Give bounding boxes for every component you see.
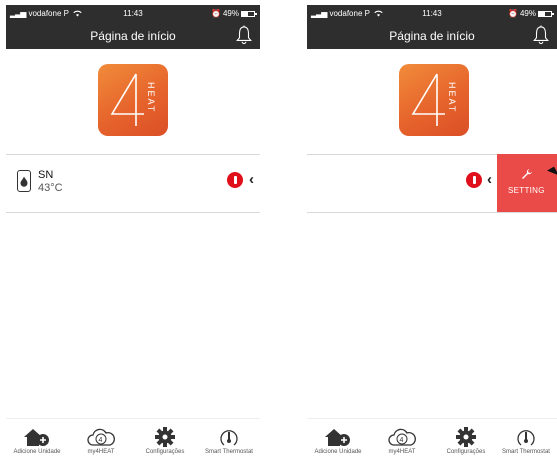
alarm-icon: ⏰: [508, 9, 518, 18]
svg-text:4: 4: [400, 437, 404, 444]
battery-percent: 49%: [222, 9, 239, 18]
divider: [307, 212, 557, 213]
tab-settings[interactable]: Configurações: [134, 423, 196, 455]
navigation-bar: Página de início: [307, 21, 557, 49]
tab-settings[interactable]: Configurações: [435, 423, 497, 455]
page-title: Página de início: [389, 29, 475, 43]
gear-icon: [456, 427, 476, 447]
alert-icon[interactable]: [227, 172, 243, 188]
tab-label: my4HEAT: [87, 449, 115, 455]
thermostat-icon: [517, 430, 535, 446]
tab-add-unit[interactable]: Adicione Unidade: [6, 423, 68, 455]
status-bar: ▂▃▅ vodafone P 11:43 ⏰ 49%: [307, 5, 557, 21]
svg-text:HEAT: HEAT: [146, 82, 156, 113]
phone-screen-left: ▂▃▅ vodafone P 11:43 ⏰ 49% Página de iníc…: [6, 0, 260, 457]
battery-status: ⏰ 49%: [211, 9, 257, 18]
tab-smart-thermostat[interactable]: Smart Thermostat: [198, 423, 260, 455]
tab-label: Smart Thermostat: [205, 449, 253, 455]
unit-name: SN: [38, 169, 54, 181]
tab-label: Configurações: [145, 449, 185, 455]
cloud-4heat-icon: 4: [87, 428, 115, 446]
add-home-icon: [325, 429, 350, 446]
bell-icon[interactable]: [532, 25, 550, 45]
tab-smart-thermostat[interactable]: Smart Thermostat: [495, 423, 557, 455]
chevron-left-icon[interactable]: ‹: [487, 171, 492, 188]
cloud-4heat-icon: 4: [388, 428, 416, 446]
4heat-logo: HEAT: [399, 64, 469, 136]
battery-icon: [538, 10, 554, 17]
page-title: Página de início: [90, 29, 176, 43]
tab-add-unit[interactable]: Adicione Unidade: [307, 423, 369, 455]
stove-icon: [17, 170, 31, 192]
tab-label: Adicione Unidade: [314, 449, 362, 455]
status-bar: ▂▃▅ vodafone P 11:43 ⏰ 49%: [6, 5, 260, 21]
divider: [6, 212, 260, 213]
tab-bar: Adicione Unidade 4 my4HEAT Configurações…: [307, 418, 557, 457]
4heat-logo-mark: HEAT: [110, 73, 156, 126]
phone-screen-right: ▂▃▅ vodafone P 11:43 ⏰ 49% Página de iníc…: [307, 0, 557, 457]
unit-temperature: 43°C: [38, 182, 63, 194]
tab-label: Configurações: [446, 449, 486, 455]
alert-icon[interactable]: [466, 172, 482, 188]
tab-my4heat[interactable]: 4 my4HEAT: [70, 423, 132, 455]
battery-icon: [241, 10, 257, 17]
svg-text:4: 4: [99, 437, 103, 444]
add-home-icon: [24, 429, 49, 446]
tab-label: Smart Thermostat: [502, 449, 550, 455]
4heat-logo-mark: HEAT: [411, 73, 457, 126]
bell-icon[interactable]: [235, 25, 253, 45]
setting-button[interactable]: SETTING: [497, 154, 557, 212]
chevron-left-icon[interactable]: ‹: [249, 171, 254, 188]
4heat-logo: HEAT: [98, 64, 168, 136]
tab-bar: Adicione Unidade 4 my4HEAT Configurações…: [6, 418, 260, 457]
tab-label: my4HEAT: [388, 449, 416, 455]
svg-text:HEAT: HEAT: [447, 82, 457, 113]
gear-icon: [155, 427, 175, 447]
thermostat-icon: [220, 430, 238, 446]
tab-my4heat[interactable]: 4 my4HEAT: [371, 423, 433, 455]
navigation-bar: Página de início: [6, 21, 260, 49]
setting-label: SETTING: [508, 186, 545, 195]
wrench-icon: [522, 169, 532, 179]
unit-row[interactable]: SN 43°C ‹: [6, 154, 260, 212]
battery-percent: 49%: [519, 9, 536, 18]
battery-status: ⏰ 49%: [508, 9, 554, 18]
alarm-icon: ⏰: [211, 9, 221, 18]
cursor-pointer-icon: [547, 166, 557, 180]
tab-label: Adicione Unidade: [13, 449, 61, 455]
